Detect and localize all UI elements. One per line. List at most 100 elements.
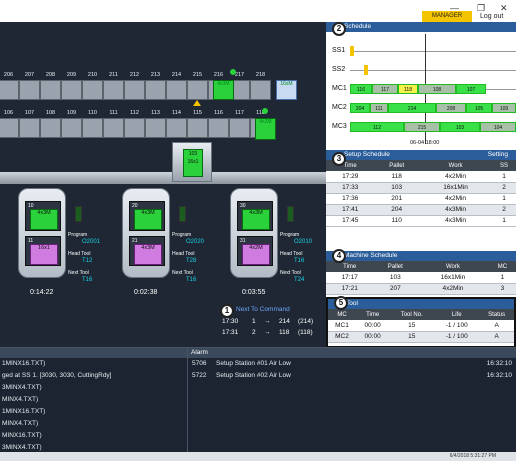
pallet-218[interactable]: 16xM bbox=[276, 80, 297, 100]
alarm-row[interactable]: 5706 Setup Station #01 Air Low 16:32:10 bbox=[188, 358, 516, 370]
status-datetime: 6/4/2018 5:31:27 PM bbox=[449, 453, 496, 459]
log-line[interactable]: MINX16.TXT) bbox=[0, 430, 187, 442]
column-header[interactable]: MC bbox=[488, 261, 516, 272]
stocker-slot[interactable] bbox=[0, 80, 19, 100]
slot-number: 207 bbox=[24, 72, 35, 78]
table-row[interactable]: 17:21 207 4x2Min 3 bbox=[326, 283, 516, 295]
stocker-slot[interactable] bbox=[124, 80, 145, 100]
column-header[interactable]: Pallet bbox=[374, 160, 420, 171]
stocker-slot[interactable] bbox=[61, 118, 82, 138]
stocker-slot[interactable] bbox=[166, 118, 187, 138]
table-cell: 17:33 bbox=[326, 182, 375, 194]
table-row[interactable]: 17:33 103 16x1Min 2 bbox=[326, 182, 516, 194]
stocker-slot[interactable] bbox=[166, 80, 187, 100]
table-row[interactable]: 17:41 204 4x3Min 2 bbox=[326, 204, 516, 216]
stocker-slot[interactable] bbox=[145, 80, 166, 100]
table-row[interactable]: 17:36 201 4x2Min 1 bbox=[326, 193, 516, 205]
stocker-slot[interactable] bbox=[229, 118, 250, 138]
cart-pallet: 103 16x1 bbox=[183, 149, 203, 177]
log-line[interactable]: 1MINX16.TXT) bbox=[0, 406, 187, 418]
status-bar: 6/4/2018 5:31:27 PM bbox=[0, 452, 516, 461]
column-header[interactable]: SS bbox=[492, 160, 516, 171]
log-line[interactable]: MINX4.TXT) bbox=[0, 418, 187, 430]
stocker-slot[interactable] bbox=[40, 80, 61, 100]
gantt-bar[interactable]: 104 bbox=[480, 122, 516, 132]
gantt-marker bbox=[350, 46, 354, 56]
stocker-slot[interactable] bbox=[82, 118, 103, 138]
column-header[interactable]: Time bbox=[326, 261, 374, 272]
alarm-code: 5706 bbox=[192, 360, 207, 367]
gantt-bar[interactable]: 109 bbox=[492, 103, 516, 113]
stocker-slot[interactable] bbox=[124, 118, 145, 138]
log-line[interactable]: MINX4.TXT) bbox=[0, 394, 187, 406]
stocker-slot[interactable] bbox=[82, 80, 103, 100]
gantt-bar[interactable]: 107 bbox=[456, 84, 486, 94]
machine-1[interactable]: 10 4x3M 11 16x1 bbox=[18, 188, 66, 278]
column-header[interactable]: MC bbox=[328, 309, 357, 320]
table-cell: 110 bbox=[374, 215, 420, 227]
info-value: O2020 bbox=[186, 239, 205, 245]
gantt-bar[interactable]: 111 bbox=[370, 103, 388, 113]
column-header[interactable]: Life bbox=[434, 309, 480, 320]
stocker-slot[interactable] bbox=[250, 80, 271, 100]
table-row[interactable]: MC2 00:00 15 -1 / 100 A bbox=[328, 331, 514, 343]
gantt-bar[interactable]: 108 bbox=[418, 84, 456, 94]
gantt-bar[interactable]: 105 bbox=[466, 103, 492, 113]
stocker-slot[interactable] bbox=[208, 118, 229, 138]
table-row[interactable]: 17:29 118 4x2Min 1 bbox=[326, 171, 516, 183]
table-row[interactable]: 17:45 110 4x3Min 1 bbox=[326, 215, 516, 227]
column-header[interactable]: Status bbox=[479, 309, 514, 320]
gantt-bar[interactable]: 208 bbox=[436, 103, 466, 113]
stocker-slot[interactable] bbox=[0, 118, 19, 138]
log-line[interactable]: 1MINX16.TXT) bbox=[0, 358, 187, 370]
stocker-slot[interactable] bbox=[145, 118, 166, 138]
command-row: 17:31 2 → 118 (118) bbox=[222, 329, 332, 339]
info-value: T16 bbox=[186, 277, 197, 283]
table-row[interactable]: 17:17 103 16x1Min 1 bbox=[326, 272, 516, 284]
logout-button[interactable]: Log out bbox=[480, 11, 503, 22]
gantt-bar[interactable]: 103 bbox=[440, 122, 480, 132]
log-line[interactable]: ged at SS 1. [3030, 3030, CuttingRdy] bbox=[0, 370, 187, 382]
slot-work: 4x3M bbox=[242, 209, 270, 230]
stocker-slot[interactable] bbox=[103, 80, 124, 100]
slot-number: 117 bbox=[235, 110, 244, 116]
log-line[interactable]: 3MINX4.TXT) bbox=[0, 382, 187, 394]
gantt-bar[interactable]: 214 bbox=[388, 103, 436, 113]
machine-2[interactable]: 20 4x3M 21 4x3M bbox=[122, 188, 170, 278]
column-header[interactable]: Work bbox=[417, 261, 489, 272]
column-header[interactable]: Work bbox=[419, 160, 493, 171]
gantt-bar[interactable]: 117 bbox=[372, 84, 398, 94]
stocker-slot[interactable] bbox=[19, 118, 40, 138]
machine-3[interactable]: 30 4x3M 31 4x2M bbox=[230, 188, 278, 278]
gantt-bar[interactable]: 118 bbox=[398, 84, 418, 94]
column-header[interactable]: Time bbox=[356, 309, 390, 320]
stocker-slot[interactable] bbox=[103, 118, 124, 138]
gantt-bar[interactable]: 215 bbox=[404, 122, 440, 132]
column-header[interactable]: Tool No. bbox=[389, 309, 435, 320]
pallet-118[interactable]: 4x2M bbox=[255, 118, 276, 140]
machine-slot-top: 30 4x3M bbox=[237, 201, 273, 231]
stocker-slot[interactable] bbox=[187, 80, 208, 100]
table-cell: A bbox=[479, 320, 514, 332]
column-header[interactable]: Pallet bbox=[373, 261, 418, 272]
slot-number: 218 bbox=[255, 72, 266, 78]
gantt-bar[interactable]: 112 bbox=[350, 122, 404, 132]
transfer-cart[interactable]: 103 16x1 bbox=[172, 142, 212, 182]
cart-pallet-work: 16x1 bbox=[187, 159, 199, 165]
setting-button[interactable]: Setting bbox=[488, 150, 508, 160]
alarm-row[interactable]: 5722 Setup Station #02 Air Low 16:32:10 bbox=[188, 370, 516, 382]
alarm-text: Setup Station #02 Air Low bbox=[216, 372, 291, 379]
stocker-slot[interactable] bbox=[61, 80, 82, 100]
slot-work: 4x3M bbox=[134, 244, 162, 265]
pallet-215[interactable]: 4x3M bbox=[213, 80, 234, 100]
table-cell: 103 bbox=[373, 272, 418, 284]
table-cell: -1 / 100 bbox=[434, 331, 480, 343]
gantt-bar[interactable]: 116 bbox=[350, 84, 372, 94]
stocker-slot[interactable] bbox=[40, 118, 61, 138]
gantt-row-label: MC3 bbox=[332, 123, 347, 130]
table-row[interactable]: MC1 00:00 15 -1 / 100 A bbox=[328, 320, 514, 332]
stocker-slot[interactable] bbox=[19, 80, 40, 100]
gantt-bar[interactable]: 204 bbox=[350, 103, 370, 113]
stocker-slot[interactable] bbox=[187, 118, 208, 138]
table-cell: 4x2Min bbox=[419, 171, 493, 183]
